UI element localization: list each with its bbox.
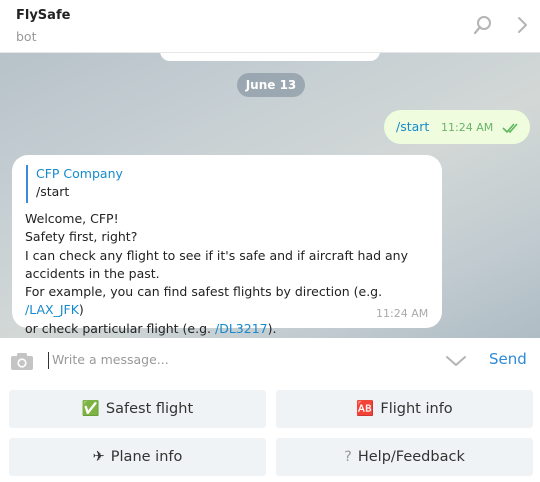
incoming-message-time: 11:24 AM [376,307,429,320]
button-label: Help/Feedback [357,449,465,465]
reply-author: CFP Company [36,166,123,181]
airplane-icon: ✈ [92,449,105,465]
question-mark-icon: ? [344,449,352,465]
button-label: Safest flight [105,401,194,417]
date-separator: June 13 [237,73,305,97]
outgoing-message-text: /start [396,119,430,134]
outgoing-message-time: 11:24 AM [441,121,494,134]
message-line: For example, you can find safest flights… [25,283,435,320]
chevron-down-icon[interactable] [444,354,468,368]
flight-info-button[interactable]: 🆎 Flight info [276,390,533,428]
incoming-message-text: Welcome, CFP! Safety first, right? I can… [25,210,435,338]
button-label: Plane info [110,449,183,465]
send-button[interactable]: Send [489,350,527,368]
button-label: Flight info [380,401,453,417]
plane-info-button[interactable]: ✈ Plane info [9,438,266,476]
outgoing-message[interactable]: /start 11:24 AM [384,110,530,144]
check-mark-icon: ✅ [81,401,100,417]
message-line: accidents in the past. [25,265,160,281]
reply-text: /start [36,184,70,199]
message-text: For example, you can find safest flights… [25,284,383,300]
chevron-right-icon[interactable] [512,14,534,36]
help-feedback-button[interactable]: ? Help/Feedback [276,438,533,476]
message-line: Safety first, right? [25,229,138,245]
chat-subtitle: bot [16,29,37,44]
message-line: Welcome, CFP! [25,211,119,226]
message-input[interactable]: Write a message... [52,352,169,367]
chat-history[interactable]: June 13 /start 11:24 AM CFP Company /sta… [0,53,540,338]
chat-header: FlySafe bot [0,0,540,53]
message-composer: Write a message... Send [0,338,540,383]
chat-title[interactable]: FlySafe [16,8,70,23]
search-icon[interactable] [472,14,494,36]
text-cursor [48,352,49,369]
message-text: or check particular flight (e.g. [25,320,215,336]
camera-icon[interactable] [10,351,34,371]
message-line: I can check any flight to see if it's sa… [25,247,408,263]
ab-blood-type-icon: 🆎 [356,401,375,417]
double-check-icon [502,123,518,134]
message-text: ) [78,302,84,318]
command-link-lax-jfk[interactable]: /LAX_JFK [25,302,79,317]
incoming-message[interactable]: CFP Company /start Welcome, CFP! Safety … [12,155,442,336]
command-link-dl3217[interactable]: /DL3217 [215,321,268,336]
safest-flight-button[interactable]: ✅ Safest flight [9,390,266,428]
previous-message-bubble [160,53,380,61]
message-line: or check particular flight (e.g. /DL3217… [25,320,435,338]
message-text: ). [267,320,277,336]
reply-quote[interactable]: CFP Company /start [26,165,123,203]
